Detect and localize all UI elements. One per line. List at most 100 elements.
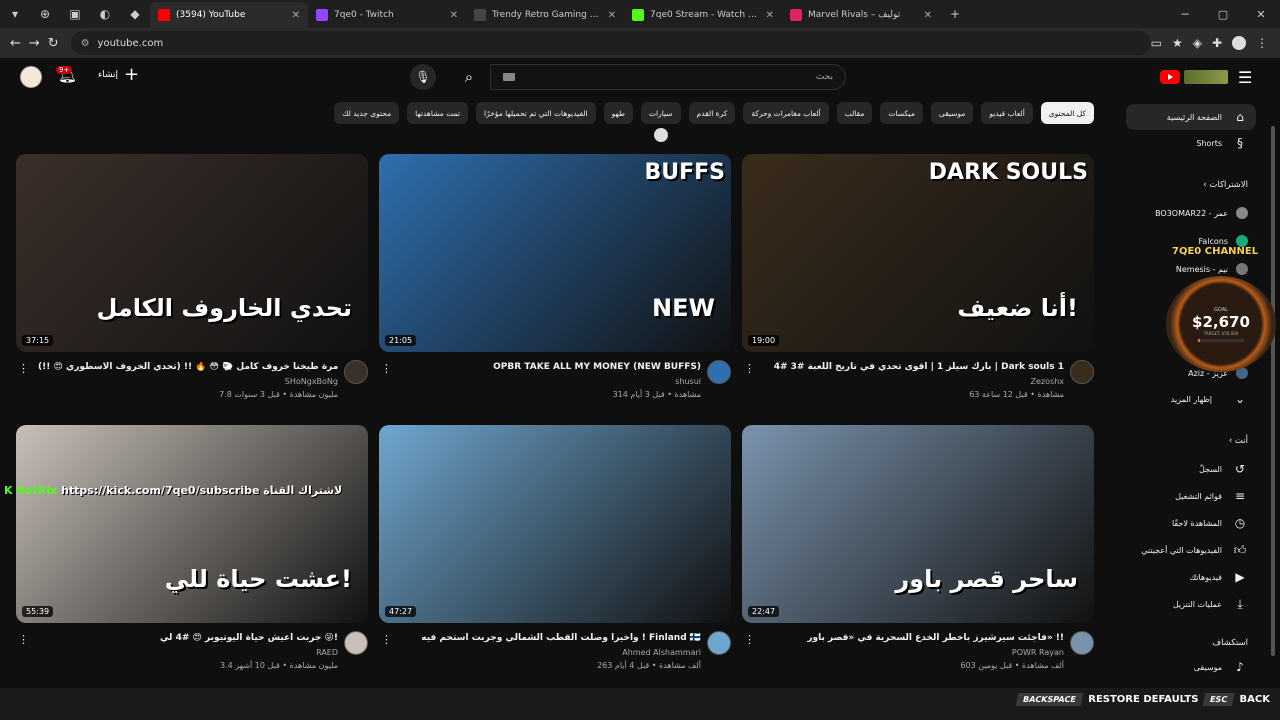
forward-icon[interactable]: → [25, 36, 44, 51]
category-chip[interactable]: مقالب [836, 102, 873, 124]
minimize-icon[interactable]: ─ [1166, 8, 1204, 21]
video-title[interactable]: جربت أعيش حياة اليوتيوبر 😍 #4 لي 😜! [38, 633, 338, 643]
video-thumbnail[interactable]: أنا ضعيف! DARK SOULS 19:00 [742, 154, 1094, 352]
key-hint-label[interactable]: BACK [1240, 694, 1270, 705]
new-tab-icon[interactable]: + [940, 0, 970, 28]
pinned-tab-2[interactable]: ▣ [60, 0, 90, 28]
sidebar-item-you[interactable]: الفيديوهات التي أعجبتني 👍︎ [1141, 539, 1248, 561]
category-chip[interactable]: كرة القدم [688, 102, 736, 124]
category-chip[interactable]: ألعاب مغامرات وحركة [743, 102, 829, 124]
category-chip[interactable]: موسيقى [930, 102, 974, 124]
video-card[interactable]: أنا ضعيف! DARK SOULS 19:00 بارك سيلز 1 | … [742, 154, 1094, 410]
more-options-icon[interactable]: ⋮ [18, 362, 29, 375]
video-title[interactable]: واخيرا وصلت القطب الشمالي وجربت استحم في… [401, 633, 701, 643]
channel-name[interactable]: Zezoshx [1031, 377, 1064, 386]
channel-avatar[interactable] [1070, 631, 1094, 655]
category-chip[interactable]: محتوى جديد لك [334, 102, 400, 124]
sidebar-item-you[interactable]: قوائم التشغيل ≡ [1175, 485, 1248, 507]
video-card[interactable]: ساحر قصر باور 22:47 فاجئت سيرشيرز بأخطر … [742, 425, 1094, 681]
video-title[interactable]: OPBR TAKE ALL MY MONEY (NEW BUFFS) [401, 362, 701, 372]
browser-tab[interactable]: Marvel Rivals – توليف ✕ [782, 2, 940, 28]
more-options-icon[interactable]: ⋮ [744, 362, 755, 375]
category-chip[interactable]: طهو [603, 102, 633, 124]
video-thumbnail[interactable]: 47:27 [379, 425, 731, 623]
sidebar-item-explore[interactable]: موسيقى ♪ [1194, 656, 1248, 678]
more-options-icon[interactable]: ⋮ [744, 633, 755, 646]
keyboard-icon[interactable] [503, 73, 515, 81]
bookmark-star-icon[interactable]: ★ [1172, 36, 1183, 50]
maximize-icon[interactable]: ▢ [1204, 8, 1242, 21]
channel-avatar[interactable] [344, 360, 368, 384]
sidebar-item-home[interactable]: الصفحة الرئيسية ⌂ [1167, 106, 1248, 128]
more-options-icon[interactable]: ⋮ [381, 633, 392, 646]
pinned-tab-4[interactable]: ◆ [120, 0, 150, 28]
video-title[interactable]: لأول مرة طبخنا خروف كامل 🐑 😳 🔥 !! (تحدي … [38, 362, 338, 372]
hamburger-menu-icon[interactable]: ☰ [1238, 68, 1252, 87]
profile-avatar[interactable] [1232, 36, 1246, 50]
category-chip[interactable]: تمت مشاهدتها [407, 102, 468, 124]
browser-tab[interactable]: (3594) YouTube ✕ [150, 2, 308, 28]
video-thumbnail[interactable]: ساحر قصر باور 22:47 [742, 425, 1094, 623]
voice-search-mic-icon[interactable]: 🎙︎ [410, 64, 436, 90]
channel-name[interactable]: RAED [316, 648, 338, 657]
show-more-button[interactable]: إظهار المزيد ⌄ [1171, 388, 1248, 410]
key-hint-label[interactable]: RESTORE DEFAULTS [1088, 694, 1198, 705]
category-chip[interactable]: كل المحتوى [1040, 102, 1094, 124]
tab-close-icon[interactable]: ✕ [292, 10, 300, 21]
tab-close-icon[interactable]: ✕ [924, 10, 932, 21]
video-title[interactable]: فاجئت سيرشيرز بأخطر الخدع السحرية في «قص… [764, 633, 1064, 643]
video-card[interactable]: تحدي الخاروف الكامل 37:15 لأول مرة طبخنا… [16, 154, 368, 410]
browser-tab[interactable]: 7qe0 - Twitch ✕ [308, 2, 466, 28]
category-chip[interactable]: ميكسات [880, 102, 923, 124]
tab-close-icon[interactable]: ✕ [766, 10, 774, 21]
tab-search-icon[interactable]: ▾ [0, 0, 30, 28]
close-window-icon[interactable]: ✕ [1242, 8, 1280, 21]
channel-name[interactable]: POWR Rayan [1012, 648, 1064, 657]
browser-tab[interactable]: 7qe0 Stream - Watch Live on Ki ✕ [624, 2, 782, 28]
extension-shield-icon[interactable]: ◈ [1193, 36, 1202, 50]
video-thumbnail[interactable]: تحدي الخاروف الكامل 37:15 [16, 154, 368, 352]
video-card[interactable]: 47:27 واخيرا وصلت القطب الشمالي وجربت اس… [379, 425, 731, 681]
tab-close-icon[interactable]: ✕ [450, 10, 458, 21]
back-icon[interactable]: ← [6, 36, 25, 51]
channel-avatar[interactable] [344, 631, 368, 655]
channel-avatar[interactable] [707, 360, 731, 384]
you-header[interactable]: ‹ أنت [1229, 436, 1248, 446]
browser-tab[interactable]: Trendy Retro Gaming & Cult Fil ✕ [466, 2, 624, 28]
channel-avatar[interactable] [707, 631, 731, 655]
video-card[interactable]: NEW BUFFS 21:05 OPBR TAKE ALL MY MONEY (N… [379, 154, 731, 410]
sidebar-item-you[interactable]: فيديوهاتك ▶ [1190, 566, 1248, 588]
pinned-tab-1[interactable]: ⊕ [30, 0, 60, 28]
cast-icon[interactable]: ▭ [1151, 36, 1162, 50]
video-thumbnail[interactable]: NEW BUFFS 21:05 [379, 154, 731, 352]
channel-avatar[interactable] [1070, 360, 1094, 384]
category-chip[interactable]: سيارات [640, 102, 681, 124]
channel-name[interactable]: shusui [675, 377, 701, 386]
video-title[interactable]: بارك سيلز 1 | أقوى تحدي في تاريخ اللعبة … [764, 362, 1064, 372]
sidebar-scrollbar[interactable] [1271, 126, 1275, 656]
url-field[interactable]: ⚙ youtube.com [70, 31, 1151, 55]
search-input[interactable]: بحث [490, 64, 846, 90]
search-icon[interactable]: ⌕ [448, 64, 490, 90]
pinned-tab-3[interactable]: ◐ [90, 0, 120, 28]
subscription-item[interactable]: BO3OMAR22 - عمر [1155, 202, 1248, 224]
channel-name[interactable]: Ahmed Alshammari [622, 648, 701, 657]
site-info-icon[interactable]: ⚙ [81, 38, 90, 49]
sidebar-item-you[interactable]: المشاهدة لاحقًا ◷ [1172, 512, 1248, 534]
browser-menu-icon[interactable]: ⋮ [1256, 36, 1268, 50]
reload-icon[interactable]: ↻ [44, 36, 63, 51]
subscriptions-header[interactable]: ‹ الاشتراكات [1203, 180, 1248, 190]
youtube-logo[interactable] [1160, 70, 1228, 84]
channel-name[interactable]: SHoNgxBoNg [285, 377, 338, 386]
category-chip[interactable]: الفيديوهات التي تم تحميلها مؤخرًا [475, 102, 596, 124]
sidebar-item-you[interactable]: عمليات التنزيل ⤓ [1173, 593, 1248, 615]
sidebar-item-shorts[interactable]: Shorts § [1196, 132, 1248, 154]
account-avatar[interactable] [20, 66, 42, 88]
extensions-icon[interactable]: ✚ [1212, 36, 1222, 50]
sidebar-item-you[interactable]: السجلّ ↺ [1199, 458, 1248, 480]
more-options-icon[interactable]: ⋮ [18, 633, 29, 646]
more-options-icon[interactable]: ⋮ [381, 362, 392, 375]
category-chip[interactable]: ألعاب فيديو [981, 102, 1033, 124]
tab-close-icon[interactable]: ✕ [608, 10, 616, 21]
create-button[interactable]: إنشاء + [98, 66, 139, 84]
